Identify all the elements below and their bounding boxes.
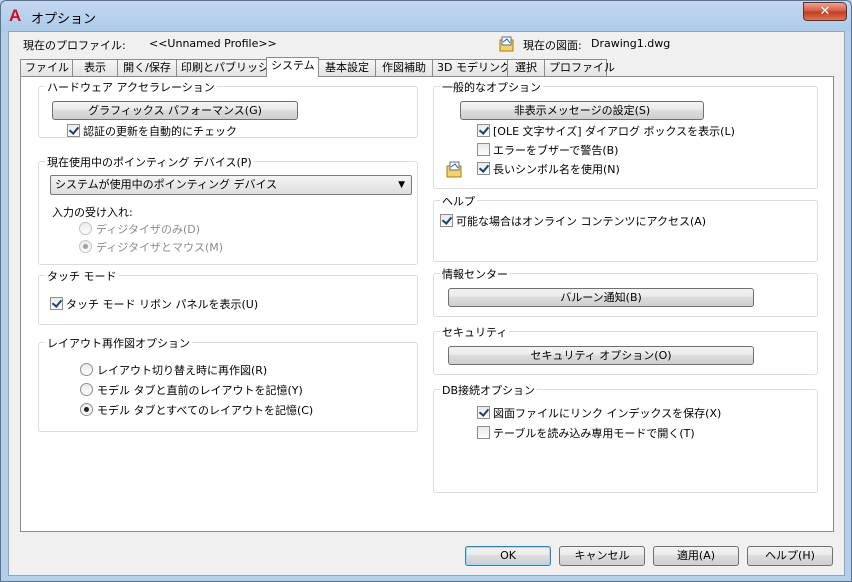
tab-user-preferences[interactable]: 基本設定 [318,59,376,76]
window-title: オプション [31,12,97,27]
dialog-client: 現在のプロファイル: <<Unnamed Profile>> 現在の図面: Dr… [8,31,845,576]
info-center-group: 情報センター バルーン通知(B) [433,266,818,317]
security-group: セキュリティ セキュリティ オプション(O) [433,324,818,375]
hardware-acceleration-title: ハードウェア アクセラレーション [45,79,217,95]
layout-regen-group: レイアウト再作図オプション レイアウト切り替え時に再作図(R) モデル タブと直… [38,335,418,432]
checkbox[interactable] [50,297,63,310]
dropdown-arrow-icon: ▼ [398,180,405,190]
db-connect-title: DB接続オプション [440,382,538,398]
store-links-checkbox[interactable]: 図面ファイルにリンク インデックスを保存(X) [477,406,721,422]
touch-mode-group: タッチ モード タッチ モード リボン パネルを表示(U) [38,268,418,325]
cancel-button[interactable]: キャンセル [559,546,645,566]
drawing-file-icon [499,36,515,52]
touch-ribbon-label: タッチ モード リボン パネルを表示(U) [66,298,259,311]
accept-input-label: 入力の受け入れ: [52,206,133,219]
radio[interactable] [80,403,93,416]
radio[interactable] [79,240,92,253]
security-options-button[interactable]: セキュリティ オプション(O) [448,346,754,365]
long-symbol-names-checkbox[interactable]: 長いシンボル名を使用(N) [477,162,620,178]
touch-mode-title: タッチ モード [45,268,119,284]
tab-files[interactable]: ファイル [20,59,73,76]
auto-check-certification-checkbox[interactable]: 認証の更新を自動的にチェック [67,124,237,140]
auto-check-label: 認証の更新を自動的にチェック [83,125,237,138]
info-center-title: 情報センター [440,266,510,282]
ok-button[interactable]: OK [465,546,551,566]
long-symbol-names-icon [446,161,463,178]
checkbox[interactable] [477,426,490,439]
radio[interactable] [80,363,93,376]
close-button[interactable]: ✕ [803,2,847,21]
checkbox[interactable] [67,124,80,137]
radio[interactable] [80,383,93,396]
options-dialog: A オプション ✕ 現在のプロファイル: <<Unnamed Profile>>… [0,0,852,582]
apply-button[interactable]: 適用(A) [653,546,739,566]
pointing-device-select[interactable]: システムが使用中のポインティング デバイス ▼ [50,175,412,195]
pointing-device-selected: システムが使用中のポインティング デバイス [55,178,278,191]
help-title: ヘルプ [440,193,477,209]
checkbox[interactable] [477,406,490,419]
beep-on-error-label: エラーをブザーで警告(B) [493,144,619,157]
digitizer-mouse-radio[interactable]: ディジタイザとマウス(M) [79,240,223,256]
regen-on-switch-label: レイアウト切り替え時に再作図(R) [97,364,268,377]
layout-regen-title: レイアウト再作図オプション [45,335,192,351]
online-content-checkbox[interactable]: 可能な場合はオンライン コンテンツにアクセス(A) [440,214,706,230]
checkbox[interactable] [440,214,453,227]
checkbox[interactable] [477,143,490,156]
readonly-tables-label: テーブルを読み込み専用モードで開く(T) [493,427,695,440]
current-drawing-label: 現在の図面: [523,39,582,52]
radio[interactable] [79,222,92,235]
pointing-device-title: 現在使用中のポインティング デバイス(P) [45,154,254,170]
tab-selection[interactable]: 選択 [507,59,545,76]
store-links-label: 図面ファイルにリンク インデックスを保存(X) [493,407,722,420]
online-content-label: 可能な場合はオンライン コンテンツにアクセス(A) [456,215,707,228]
security-title: セキュリティ [440,324,510,340]
digitizer-only-radio[interactable]: ディジタイザのみ(D) [79,222,200,238]
help-group: ヘルプ 可能な場合はオンライン コンテンツにアクセス(A) [433,193,818,262]
tab-plot-publish[interactable]: 印刷とパブリッシュ [176,59,280,76]
autocad-logo-icon: A [9,6,22,25]
cache-model-all-radio[interactable]: モデル タブとすべてのレイアウトを記憶(C) [80,403,313,419]
digitizer-only-label: ディジタイザのみ(D) [96,223,201,236]
tab-drafting[interactable]: 作図補助 [375,59,433,76]
general-options-group: 一般的なオプション 非表示メッセージの設定(S) [OLE 文字サイズ] ダイア… [433,79,818,189]
hardware-acceleration-group: ハードウェア アクセラレーション グラフィックス パフォーマンス(G) 認証の更… [38,79,418,140]
checkbox[interactable] [477,124,490,137]
cache-model-all-label: モデル タブとすべてのレイアウトを記憶(C) [97,404,314,417]
digitizer-mouse-label: ディジタイザとマウス(M) [96,241,224,254]
balloon-notification-button[interactable]: バルーン通知(B) [448,288,754,307]
current-profile-label: 現在のプロファイル: [23,39,126,52]
graphics-performance-button[interactable]: グラフィックス パフォーマンス(G) [52,101,298,120]
current-drawing-value: Drawing1.dwg [591,37,671,50]
current-profile-value: <<Unnamed Profile>> [149,37,277,50]
checkbox[interactable] [477,162,490,175]
tab-3d-modeling[interactable]: 3D モデリング [432,59,511,76]
cache-model-last-label: モデル タブと直前のレイアウトを記憶(Y) [97,384,303,397]
beep-on-error-checkbox[interactable]: エラーをブザーで警告(B) [477,143,618,159]
regen-on-switch-radio[interactable]: レイアウト切り替え時に再作図(R) [80,363,267,379]
touch-ribbon-checkbox[interactable]: タッチ モード リボン パネルを表示(U) [50,297,258,313]
tab-display[interactable]: 表示 [72,59,118,76]
tab-open-save[interactable]: 開く/保存 [117,59,177,76]
help-button[interactable]: ヘルプ(H) [747,546,833,566]
hidden-messages-button[interactable]: 非表示メッセージの設定(S) [460,101,704,120]
readonly-tables-checkbox[interactable]: テーブルを読み込み専用モードで開く(T) [477,426,695,442]
tab-profiles[interactable]: プロファイル [544,59,615,76]
pointing-device-group: 現在使用中のポインティング デバイス(P) システムが使用中のポインティング デ… [38,154,418,265]
general-options-title: 一般的なオプション [440,79,543,95]
ole-dialog-label: [OLE 文字サイズ] ダイアログ ボックスを表示(L) [493,125,735,138]
system-tab-page: ハードウェア アクセラレーション グラフィックス パフォーマンス(G) 認証の更… [20,76,834,532]
title-bar[interactable]: A オプション ✕ [1,1,851,31]
long-symbol-names-label: 長いシンボル名を使用(N) [493,163,620,176]
cache-model-last-radio[interactable]: モデル タブと直前のレイアウトを記憶(Y) [80,383,303,399]
tab-system[interactable]: システム [266,57,319,77]
ole-dialog-checkbox[interactable]: [OLE 文字サイズ] ダイアログ ボックスを表示(L) [477,124,735,140]
profile-row: 現在のプロファイル: <<Unnamed Profile>> 現在の図面: Dr… [9,32,844,56]
db-connect-group: DB接続オプション 図面ファイルにリンク インデックスを保存(X) テーブルを読… [433,382,818,493]
